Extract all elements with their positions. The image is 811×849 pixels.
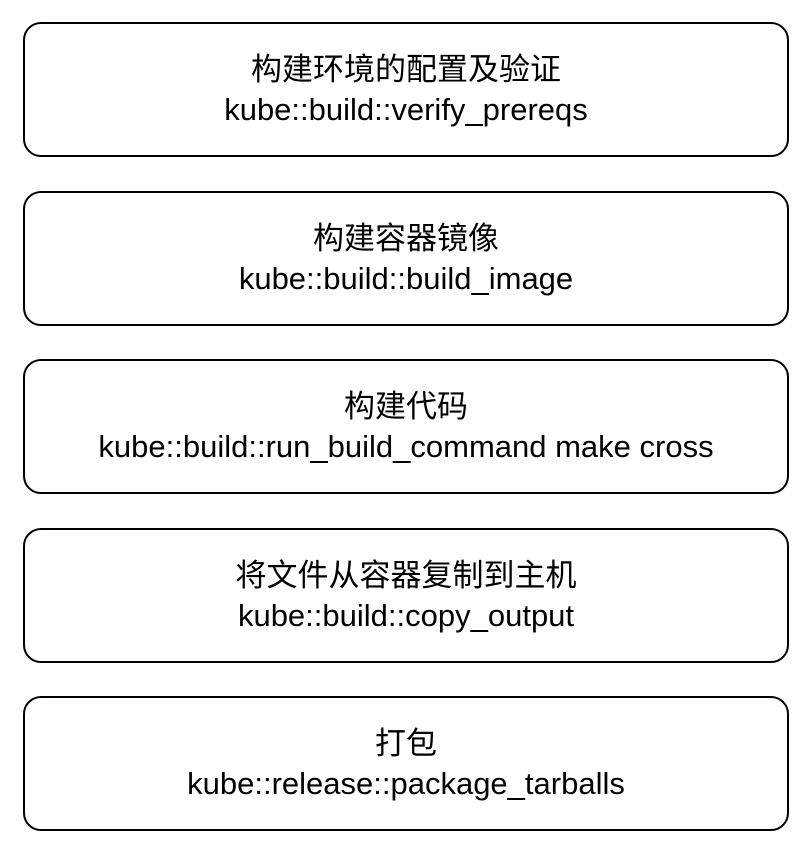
step-function: kube::build::run_build_command make cros… [98,428,714,464]
step-function: kube::release::package_tarballs [187,765,625,801]
step-title: 构建环境的配置及验证 [251,51,561,88]
step-box-run-build-command: 构建代码 kube::build::run_build_command make… [23,359,789,494]
build-flow-diagram: 构建环境的配置及验证 kube::build::verify_prereqs 构… [0,0,811,849]
step-title: 构建容器镜像 [313,220,499,257]
step-function: kube::build::build_image [238,260,574,296]
step-box-package-tarballs: 打包 kube::release::package_tarballs [23,696,789,831]
step-title: 将文件从容器复制到主机 [235,557,577,594]
step-title: 构建代码 [344,388,468,425]
step-title: 打包 [375,725,437,762]
step-box-copy-output: 将文件从容器复制到主机 kube::build::copy_output [23,528,789,663]
step-function: kube::build::verify_prereqs [224,91,588,127]
step-box-build-image: 构建容器镜像 kube::build::build_image [23,191,789,326]
step-function: kube::build::copy_output [237,597,575,633]
step-box-verify-prereqs: 构建环境的配置及验证 kube::build::verify_prereqs [23,22,789,157]
